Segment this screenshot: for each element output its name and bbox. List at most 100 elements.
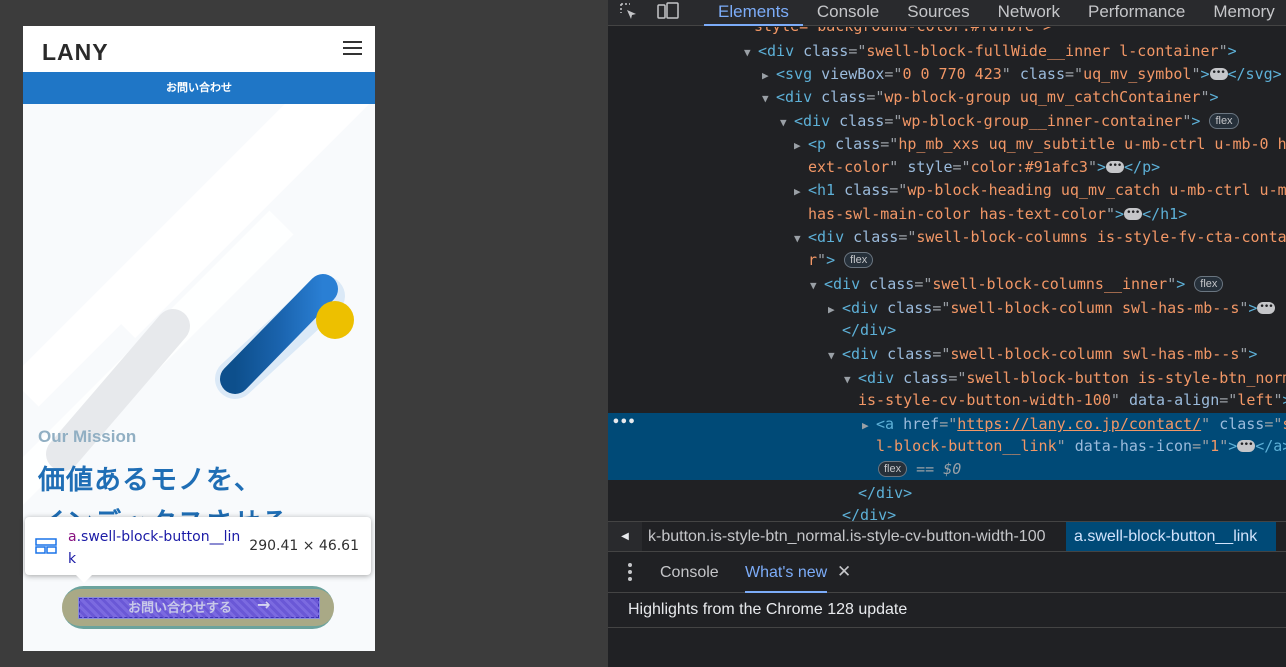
dom-line[interactable]: ext-color" style="color:#91afc3"></p> (808, 155, 1160, 178)
dom-attr-value: r (808, 251, 818, 269)
tab-sources[interactable]: Sources (893, 0, 983, 26)
dom-attr-value: hp_mb_xxs uq_mv_subtitle u-mb-ctrl u-mb-… (898, 135, 1286, 153)
dom-close-tag: </div> (842, 506, 897, 521)
devtools-toolbar: Elements Console Sources Network Perform… (608, 0, 1286, 26)
dom-text: style="background-color:#fdfbfe"> (754, 27, 1052, 35)
expand-right-icon[interactable]: ▶ (794, 135, 808, 157)
dom-attr-value: 0 0 770 423 (902, 65, 1002, 83)
expand-right-icon[interactable]: ▶ (794, 181, 808, 203)
dom-attr-value: swel (1282, 415, 1286, 433)
expand-down-icon[interactable]: ▼ (810, 275, 824, 297)
dom-attr-value: 1 (1210, 437, 1220, 455)
expand-right-icon[interactable]: ▶ (862, 415, 876, 437)
tooltip-class: .swell-block-button__link (68, 529, 241, 567)
contact-button-label: お問い合わせする (128, 601, 233, 616)
dom-attr-value: ext-color (808, 158, 890, 176)
breadcrumb-item-selected[interactable]: a.swell-block-button__link (1066, 522, 1276, 551)
tab-memory[interactable]: Memory (1199, 0, 1286, 26)
contact-button-highlighted[interactable]: お問い合わせする → (62, 586, 334, 629)
dom-link-value[interactable]: https://lany.co.jp/contact/ (957, 415, 1201, 433)
expand-down-icon[interactable]: ▼ (794, 228, 808, 250)
arrow-right-icon: → (257, 595, 271, 614)
tab-performance[interactable]: Performance (1074, 0, 1199, 26)
expand-down-icon[interactable]: ▼ (828, 345, 842, 367)
dom-line[interactable]: r"> flex (808, 249, 874, 271)
flex-badge[interactable]: flex (844, 252, 874, 268)
dom-line[interactable]: ▶ <svg viewBox="0 0 770 423" class="uq_mv… (762, 62, 1282, 87)
dom-attr-value: left (1237, 391, 1274, 409)
expand-right-icon[interactable]: ▶ (828, 299, 842, 321)
dom-line[interactable]: ▼ <div class="swell-block-button is-style… (844, 367, 1286, 389)
ellipsis-icon[interactable] (1124, 202, 1143, 224)
dom-tree[interactable]: style="background-color:#fdfbfe"> ▼<div … (608, 27, 1286, 521)
breadcrumb-left-icon[interactable]: ◀ (608, 522, 642, 551)
dom-attr-value: wp-block-group uq_mv_catchContainer (884, 88, 1201, 106)
dom-line[interactable]: ▼ <div class="swell-block-columns__inner"… (810, 273, 1224, 297)
close-icon[interactable]: ✕ (837, 562, 851, 582)
flex-badge[interactable]: flex (1194, 276, 1224, 292)
expand-down-icon[interactable]: ▼ (780, 112, 794, 134)
dom-line[interactable]: l-block-button__link" data-has-icon="1">… (876, 434, 1286, 457)
dom-attr-value: color:#91afc3 (970, 158, 1088, 176)
more-options-icon[interactable] (624, 561, 636, 583)
device-toolbar-icon[interactable] (656, 1, 679, 23)
flex-layout-icon (35, 538, 57, 558)
flex-badge[interactable]: flex (1209, 113, 1239, 129)
dom-attr-value: has-swl-main-color has-text-color (808, 205, 1107, 223)
ellipsis-icon[interactable] (1106, 155, 1125, 177)
inspect-element-icon[interactable] (618, 1, 640, 23)
dom-line[interactable]: is-style-cv-button-width-100" data-align… (858, 389, 1286, 411)
dom-line[interactable]: has-swl-main-color has-text-color"></h1> (808, 202, 1187, 225)
site-logo[interactable]: LANY (42, 39, 109, 66)
contact-cta-bar[interactable]: お問い合わせ (23, 72, 375, 104)
dom-line[interactable]: ▼ <div class="wp-block-group__inner-conta… (780, 110, 1239, 132)
dom-line[interactable]: style="background-color:#fdfbfe"> (754, 27, 1052, 37)
inspect-tooltip: a.swell-block-button__link 290.41 × 46.6… (25, 517, 371, 583)
tooltip-dimensions: 290.41 × 46.61 (249, 538, 359, 554)
dom-line[interactable]: </div> (842, 319, 896, 341)
drawer-tab-console[interactable]: Console (660, 553, 719, 593)
dom-attr-value: wp-block-group__inner-container (902, 112, 1183, 130)
tab-elements[interactable]: Elements (704, 0, 803, 26)
dom-line[interactable]: ▶ <p class="hp_mb_xxs uq_mv_subtitle u-mb… (794, 133, 1286, 155)
ellipsis-icon[interactable] (1237, 434, 1256, 456)
breadcrumb: ◀ k-button.is-style-btn_normal.is-style-… (608, 521, 1286, 552)
dom-line[interactable]: ▼ <div class="wp-block-group uq_mv_catchC… (762, 86, 1219, 108)
expand-down-icon[interactable]: ▼ (844, 369, 858, 391)
dom-line[interactable]: ▶ <h1 class="wp-block-heading uq_mv_catch… (794, 179, 1286, 201)
flex-badge[interactable]: flex (878, 461, 908, 477)
expand-down-icon[interactable]: ▼ (744, 42, 758, 64)
dom-line[interactable]: ▶ <a href="https://lany.co.jp/contact/" c… (862, 413, 1286, 435)
dom-attr-value: wp-block-heading uq_mv_catch u-mb-ctrl u… (907, 181, 1286, 199)
dom-line[interactable]: </div> (858, 482, 912, 504)
dom-attr-value: l-block-button__link (876, 437, 1057, 455)
dom-line[interactable]: ▼ <div class="swell-block-fullWide__inner… (744, 40, 1237, 62)
dom-line[interactable]: ▶ <div class="swell-block-column swl-has-… (828, 296, 1276, 321)
gutter-ellipsis-icon[interactable]: ••• (612, 415, 635, 430)
dom-attr-value: swell-block-fullWide__inner l-container (866, 42, 1219, 60)
breadcrumb-item[interactable]: k-button.is-style-btn_normal.is-style-cv… (648, 522, 1045, 551)
drawer-tabs: Console What's new ✕ (608, 553, 1286, 593)
expand-right-icon[interactable]: ▶ (762, 65, 776, 87)
dom-attr-value: uq_mv_symbol (1083, 65, 1192, 83)
tab-network[interactable]: Network (984, 0, 1074, 26)
tooltip-pointer (75, 574, 93, 583)
dom-attr-value: swell-block-button is-style-btn_normal (966, 369, 1286, 387)
drawer-tab-whats-new[interactable]: What's new (745, 553, 828, 593)
ellipsis-icon[interactable] (1257, 296, 1276, 318)
dom-line[interactable]: ▼ <div class="swell-block-column swl-has-… (828, 343, 1257, 365)
mission-subtitle: Our Mission (38, 427, 137, 446)
dom-line[interactable]: </div> (842, 504, 896, 521)
hamburger-menu-icon[interactable] (343, 41, 362, 55)
dom-close-tag: </div> (858, 484, 913, 502)
dom-attr-value: is-style-cv-button-width-100 (858, 391, 1111, 409)
devtools-panel: Elements Console Sources Network Perform… (607, 0, 1286, 667)
tab-console[interactable]: Console (803, 0, 893, 26)
selected-dom-node[interactable]: ••• ▶ <a href="https://lany.co.jp/contact… (608, 413, 1286, 480)
ellipsis-icon[interactable] (1209, 62, 1228, 84)
dom-attr-value: swell-block-column swl-has-mb--s (950, 345, 1240, 363)
dom-line[interactable]: flex == $0 (878, 458, 961, 480)
dom-line[interactable]: ▼ <div class="swell-block-columns is-styl… (794, 226, 1286, 248)
expand-down-icon[interactable]: ▼ (762, 88, 776, 110)
catch-line-1: 価値あるモノを、 (38, 465, 262, 496)
